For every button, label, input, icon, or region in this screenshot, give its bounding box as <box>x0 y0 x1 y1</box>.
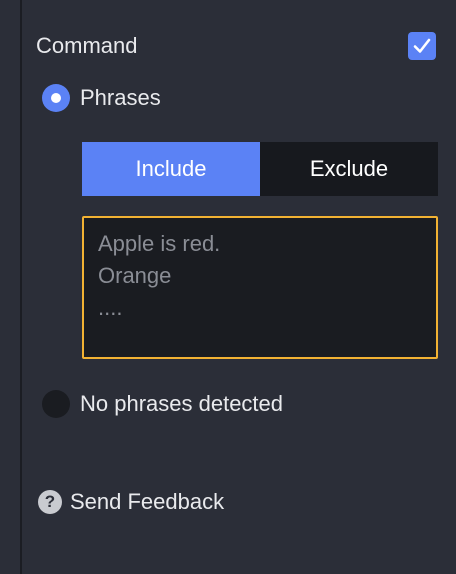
include-exclude-toggle: Include Exclude <box>82 142 438 196</box>
help-icon: ? <box>38 490 62 514</box>
radio-selected-dot <box>51 93 61 103</box>
command-checkbox[interactable] <box>408 32 436 60</box>
exclude-button[interactable]: Exclude <box>260 142 438 196</box>
phrases-radio-label[interactable]: Phrases <box>80 84 161 112</box>
left-divider <box>20 0 22 574</box>
phrases-radio[interactable] <box>42 84 70 112</box>
send-feedback-label: Send Feedback <box>70 489 225 514</box>
no-phrases-radio[interactable] <box>42 390 70 418</box>
no-phrases-radio-label[interactable]: No phrases detected <box>80 390 283 418</box>
checkmark-icon <box>413 38 431 53</box>
include-button[interactable]: Include <box>82 142 260 196</box>
command-label: Command <box>36 33 138 58</box>
phrases-input[interactable] <box>82 216 438 359</box>
send-feedback-link[interactable]: ? Send Feedback <box>38 488 224 516</box>
